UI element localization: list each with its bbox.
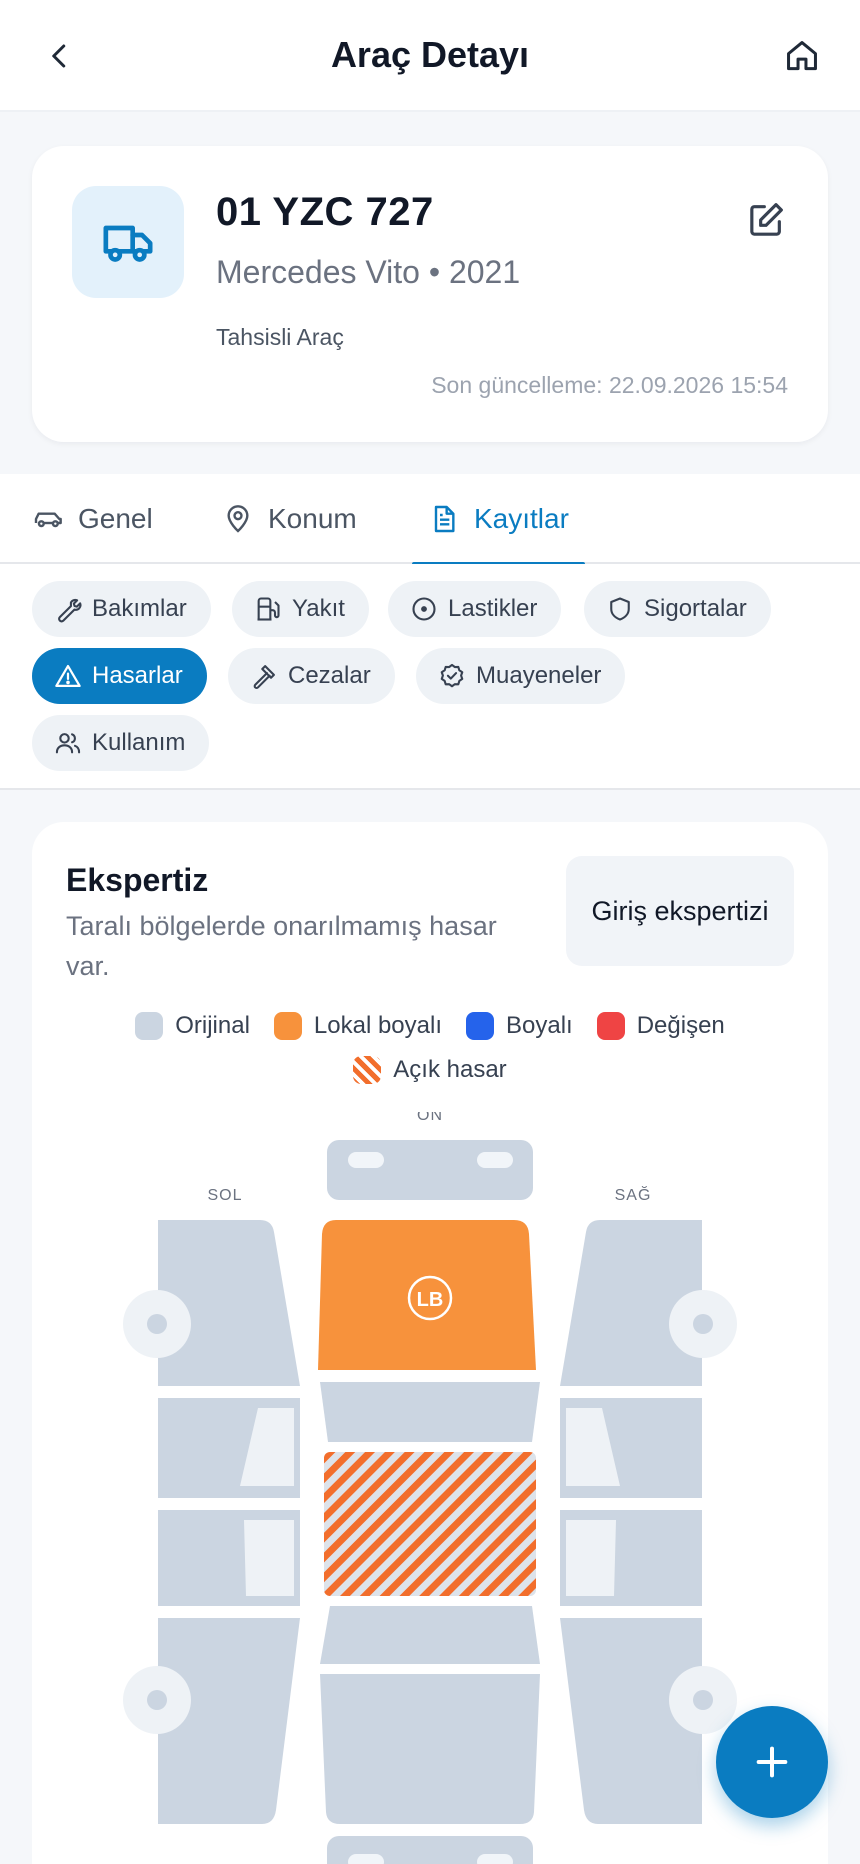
- document-icon: [434, 505, 455, 533]
- vehicle-model: Mercedes Vito • 2021: [216, 254, 521, 290]
- home-button[interactable]: [776, 30, 828, 82]
- chip-bakimlar[interactable]: Bakımlar: [32, 581, 211, 637]
- page-title: Araç Detayı: [330, 34, 530, 75]
- legend-item-acik-hasar: Açık hasar: [353, 1056, 507, 1084]
- right-rear-wheel: [669, 1666, 737, 1734]
- legend-label: Lokal boyalı: [313, 1012, 442, 1039]
- chip-label: Sigortalar: [644, 595, 747, 622]
- legend-swatch: [273, 1012, 302, 1040]
- home-icon: [787, 41, 817, 71]
- rear-window-part[interactable]: [320, 1606, 540, 1664]
- legend-item-orijinal: Orijinal: [135, 1012, 250, 1040]
- legend-item-boyali: Boyalı: [466, 1012, 573, 1040]
- legend-swatch: [135, 1012, 164, 1040]
- tab-konum-label: Konum: [268, 503, 357, 534]
- legend-swatch: [353, 1056, 382, 1084]
- chip-label: Muayeneler: [476, 662, 602, 689]
- chip-label: Lastikler: [448, 595, 538, 622]
- chip-hasarlar[interactable]: Hasarlar: [32, 648, 207, 704]
- legend-item-lokal-boyali: Lokal boyalı: [273, 1012, 442, 1040]
- wrench-icon: [58, 598, 82, 623]
- gavel-icon: [253, 665, 275, 689]
- tab-konum[interactable]: Konum: [222, 474, 357, 564]
- expertise-legend: Orijinal Lokal boyalı Boyalı Değişen Açı…: [32, 1012, 828, 1084]
- car-icon: [34, 512, 62, 528]
- expertise-description: Taralı bölgelerde onarılmamış hasar var.: [66, 911, 497, 981]
- right-front-wheel: [669, 1290, 737, 1358]
- legend-item-degisen: Değişen: [596, 1012, 725, 1040]
- vehicle-plate: 01 YZC 727: [216, 190, 434, 234]
- entry-expertise-button[interactable]: Giriş ekspertizi: [566, 856, 794, 966]
- car-damage-diagram: ÖN SOL SAĞ LB: [123, 1112, 737, 1864]
- left-front-wheel: [123, 1290, 191, 1358]
- hood-badge: LB: [417, 1289, 444, 1311]
- right-front-door-part[interactable]: [560, 1398, 702, 1498]
- edit-vehicle-button[interactable]: [740, 194, 792, 246]
- chip-muayeneler[interactable]: Muayeneler: [416, 648, 626, 704]
- legend-label: Orijinal: [175, 1012, 250, 1039]
- chip-lastikler[interactable]: Lastikler: [388, 581, 562, 637]
- chip-label: Yakıt: [292, 595, 345, 622]
- warning-icon: [55, 664, 81, 688]
- tab-genel-label: Genel: [78, 503, 153, 534]
- badge-check-icon: [440, 663, 464, 688]
- windshield-part[interactable]: [320, 1382, 540, 1442]
- vehicle-icon-tile: [72, 186, 184, 298]
- front-label: ÖN: [417, 1112, 443, 1124]
- fuel-pump-icon: [257, 597, 280, 621]
- left-rear-wheel: [123, 1666, 191, 1734]
- plus-icon: [756, 1746, 788, 1778]
- expertise-card: Ekspertiz Taralı bölgelerde onarılmamış …: [32, 822, 828, 1864]
- legend-swatch: [596, 1012, 625, 1040]
- tab-kayitlar[interactable]: Kayıtlar: [412, 474, 585, 566]
- hood-part[interactable]: LB: [318, 1220, 536, 1370]
- truck-icon: [103, 225, 153, 262]
- legend-label: Boyalı: [506, 1012, 573, 1039]
- chip-cezalar[interactable]: Cezalar: [228, 648, 395, 704]
- legend-label: Değişen: [636, 1012, 725, 1039]
- rear-bumper-part[interactable]: [327, 1836, 533, 1864]
- last-update-text: Son güncelleme: 22.09.2026 15:54: [431, 372, 788, 398]
- app-bar: Araç Detayı: [0, 0, 860, 112]
- chip-yakit[interactable]: Yakıt: [232, 581, 369, 637]
- legend-swatch: [466, 1012, 494, 1040]
- vehicle-assignment: Tahsisli Araç: [216, 324, 344, 350]
- tab-genel[interactable]: Genel: [32, 474, 153, 564]
- chip-kullanim[interactable]: Kullanım: [32, 715, 210, 771]
- left-rear-door-part[interactable]: [158, 1510, 300, 1606]
- expertise-title: Ekspertiz: [66, 862, 209, 898]
- chip-label: Bakımlar: [92, 595, 187, 622]
- chip-sigortalar[interactable]: Sigortalar: [584, 581, 771, 637]
- roof-part[interactable]: [324, 1452, 536, 1596]
- legend-label: Açık hasar: [393, 1056, 507, 1083]
- edit-icon: [750, 203, 783, 236]
- front-bumper-part[interactable]: [327, 1140, 533, 1200]
- add-record-button[interactable]: [716, 1706, 828, 1818]
- tire-icon: [412, 597, 436, 621]
- users-icon: [55, 733, 81, 754]
- chip-label: Cezalar: [288, 662, 371, 689]
- right-label: SAĞ: [615, 1185, 652, 1204]
- detail-tabs: Genel Konum Kayıtlar: [0, 474, 860, 566]
- chip-label: Kullanım: [92, 729, 186, 756]
- location-pin-icon: [227, 505, 249, 533]
- chip-label: Hasarlar: [92, 662, 183, 689]
- left-label: SOL: [207, 1187, 242, 1204]
- left-front-door-part[interactable]: [158, 1398, 300, 1498]
- right-rear-door-part[interactable]: [560, 1510, 702, 1606]
- trunk-part[interactable]: [320, 1674, 540, 1824]
- shield-icon: [610, 597, 630, 621]
- tab-kayitlar-label: Kayıtlar: [474, 503, 569, 534]
- vehicle-summary-card: 01 YZC 727 Mercedes Vito • 2021 Tahsisli…: [32, 146, 828, 442]
- record-type-filter: Bakımlar Yakıt Lastikler Sigortalar Hasa…: [0, 564, 860, 790]
